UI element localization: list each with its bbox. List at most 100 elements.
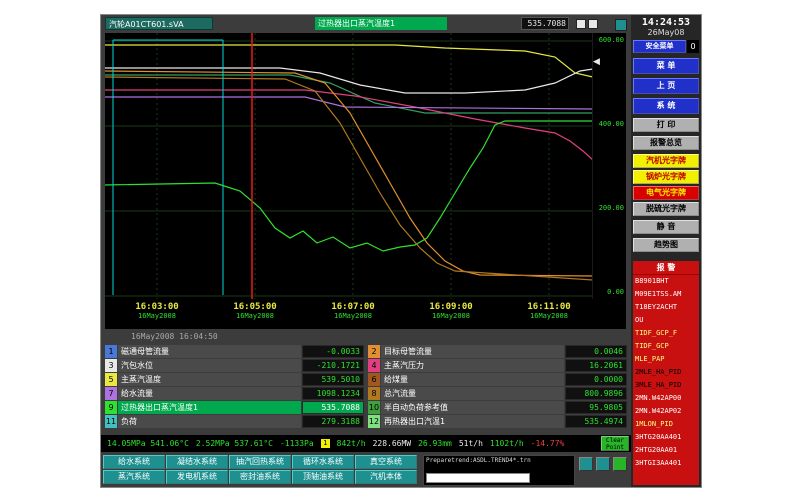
status-bar: 14.05MPa 541.06°C2.52MPa 537.61°C-1133Pa…	[101, 435, 631, 452]
date-label: 16May2008	[321, 312, 385, 320]
mini-button-1[interactable]	[579, 457, 593, 471]
time-label: 16:05:00	[223, 302, 287, 312]
sidebar-button-9[interactable]: 脱硫光字牌	[633, 202, 699, 216]
time-axis: 16:03:0016May200816:05:0016May200816:07:…	[105, 299, 593, 329]
trend-line-5	[105, 121, 593, 251]
pen-value: 535.4974	[565, 415, 627, 428]
safety-menu-button[interactable]: 安全菜单	[633, 40, 686, 53]
header-indicator-2[interactable]	[588, 19, 598, 29]
nav-button-1-2[interactable]: 凝结水系统	[166, 455, 228, 469]
nav-button-1-4[interactable]: 循环水系统	[292, 455, 354, 469]
mini-button-2[interactable]	[596, 457, 610, 471]
sidebar-button-1[interactable]: 菜 单	[633, 58, 699, 74]
legend-row-right-0[interactable]: 2目标母管流量0.0046	[368, 345, 627, 358]
alarm-row-12[interactable]: 1MLON_PID	[633, 418, 699, 431]
scale-label-2: 200.00	[599, 204, 624, 212]
alarm-row-9[interactable]: 3MLE_HA_PID	[633, 379, 699, 392]
nav-button-2-4[interactable]: 顶轴油系统	[292, 470, 354, 484]
sidebar-button-5[interactable]: 报警总览	[633, 136, 699, 150]
nav-button-1-3[interactable]: 抽汽回热系统	[229, 455, 291, 469]
legend-row-right-1[interactable]: 4主蒸汽压力16.2061	[368, 359, 627, 372]
alarm-row-5[interactable]: TIDF_GCP_F	[633, 327, 699, 340]
sidebar-button-6[interactable]: 汽机光字牌	[633, 154, 699, 168]
alarm-row-8[interactable]: 2MLE_HA_PID	[633, 366, 699, 379]
alarm-row-6[interactable]: TIDF_GCP	[633, 340, 699, 353]
legend-row-left-3[interactable]: 7给水流量1098.1234	[105, 387, 364, 400]
legend-row-left-0[interactable]: 1磁通母管流量-0.0033	[105, 345, 364, 358]
status-value-6: 26.93mm	[418, 439, 452, 448]
selected-pen-value: 535.7088	[521, 17, 569, 30]
status-value-4: 842t/h	[337, 439, 366, 448]
safety-menu-row: 安全菜单 0	[633, 40, 699, 53]
pen-label: 给水流量	[118, 387, 301, 400]
pen-label: 磁通母管流量	[118, 345, 301, 358]
alarm-list: 报 警 B8901BHTM09E1TSS.AMT18EY2ACHTOUTIDF_…	[633, 261, 699, 485]
sidebar-button-7[interactable]: 锅炉光字牌	[633, 170, 699, 184]
alarm-row-7[interactable]: MLE_PAP	[633, 353, 699, 366]
legend-row-left-1[interactable]: 3汽包水位-210.1721	[105, 359, 364, 372]
sidebar-button-2[interactable]: 上 页	[633, 78, 699, 94]
legend-row-left-5[interactable]: 11负荷279.3188	[105, 415, 364, 428]
sidebar-buttons: 菜 单上 页系 统打 印报警总览汽机光字牌锅炉光字牌电气光字牌脱硫光字牌静 音趋…	[633, 58, 699, 256]
mini-button-3[interactable]	[613, 457, 627, 471]
scale-column: ◀ 600.00400.00200.000.00	[592, 33, 626, 299]
trend-chart[interactable]: ◀ 600.00400.00200.000.00 16:03:00 16May20…	[105, 33, 626, 329]
pen-color-chip: 9	[105, 401, 117, 414]
nav-button-2-5[interactable]: 汽机本体	[355, 470, 417, 484]
sidebar-button-10[interactable]: 静 音	[633, 220, 699, 234]
clear-point-button[interactable]: Clear Point	[601, 436, 629, 451]
time-axis-cell-2: 16:07:0016May2008	[321, 302, 385, 320]
sidebar: 14:24:53 26May08 安全菜单 0 菜 单上 页系 统打 印报警总览…	[631, 15, 701, 487]
legend-row-left-2[interactable]: 5主蒸汽温度539.5010	[105, 373, 364, 386]
pen-color-chip: 11	[105, 415, 117, 428]
alarm-row-3[interactable]: T18EY2ACHT	[633, 301, 699, 314]
nav-button-1-5[interactable]: 真空系统	[355, 455, 417, 469]
legend-row-left-4[interactable]: 9过热器出口蒸汽温度1535.7088	[105, 401, 364, 414]
alarm-list-header: 报 警	[633, 261, 699, 275]
alarm-row-1[interactable]: B8901BHT	[633, 275, 699, 288]
alarm-row-2[interactable]: M09E1TSS.AM	[633, 288, 699, 301]
pen-value: -0.0033	[302, 345, 364, 358]
sidebar-button-4[interactable]: 打 印	[633, 118, 699, 132]
pen-value: -210.1721	[302, 359, 364, 372]
trend-line-4	[105, 97, 593, 109]
legend-row-right-5[interactable]: 12再热器出口汽温1535.4974	[368, 415, 627, 428]
legend-row-right-2[interactable]: 6给煤量0.0000	[368, 373, 627, 386]
legend-row-right-3[interactable]: 8总汽流量800.9896	[368, 387, 627, 400]
time-label: 16:09:00	[419, 302, 483, 312]
scale-marker-triangle[interactable]: ◀	[593, 57, 600, 67]
safety-menu-count: 0	[687, 40, 699, 53]
trend-line-6	[105, 71, 593, 276]
time-label: 16:07:00	[321, 302, 385, 312]
sidebar-button-11[interactable]: 趋势图	[633, 238, 699, 252]
clock: 14:24:53	[633, 17, 699, 28]
alarm-row-11[interactable]: 2MN.W42AP02	[633, 405, 699, 418]
trend-group-tag[interactable]: 汽轮A01CT601.sVA	[105, 17, 213, 30]
alarm-row-13[interactable]: 3HTG20AA401	[633, 431, 699, 444]
legend-left-column: 1磁通母管流量-0.00333汽包水位-210.17215主蒸汽温度539.50…	[105, 345, 364, 428]
time-axis-cell-4: 16:11:0016May2008	[517, 302, 581, 320]
alarm-row-10[interactable]: 2MN.W42AP00	[633, 392, 699, 405]
alarm-row-4[interactable]: OU	[633, 314, 699, 327]
alarm-row-14[interactable]: 2HTG20AA01	[633, 444, 699, 457]
pen-label: 半自动负荷参考值	[381, 401, 564, 414]
pen-label: 总汽流量	[381, 387, 564, 400]
alarm-row-15[interactable]: 3HTGI3AA401	[633, 457, 699, 470]
selected-pen-tag[interactable]: 过热器出口蒸汽温度1	[315, 17, 447, 30]
console-input[interactable]	[426, 473, 530, 483]
nav-button-2-2[interactable]: 发电机系统	[166, 470, 228, 484]
sidebar-button-3[interactable]: 系 统	[633, 98, 699, 114]
pen-label: 目标母管流量	[381, 345, 564, 358]
time-label: 16:03:00	[125, 302, 189, 312]
nav-button-2-3[interactable]: 密封油系统	[229, 470, 291, 484]
pen-value: 800.9896	[565, 387, 627, 400]
nav-button-1-1[interactable]: 给水系统	[103, 455, 165, 469]
pen-label: 给煤量	[381, 373, 564, 386]
trend-plot[interactable]	[105, 33, 593, 299]
header-indicator-3[interactable]	[615, 19, 627, 31]
sidebar-button-8[interactable]: 电气光字牌	[633, 186, 699, 200]
pen-value: 535.7088	[302, 401, 364, 414]
nav-button-2-1[interactable]: 蒸汽系统	[103, 470, 165, 484]
header-indicator-1[interactable]	[576, 19, 586, 29]
legend-row-right-4[interactable]: 10半自动负荷参考值95.9805	[368, 401, 627, 414]
